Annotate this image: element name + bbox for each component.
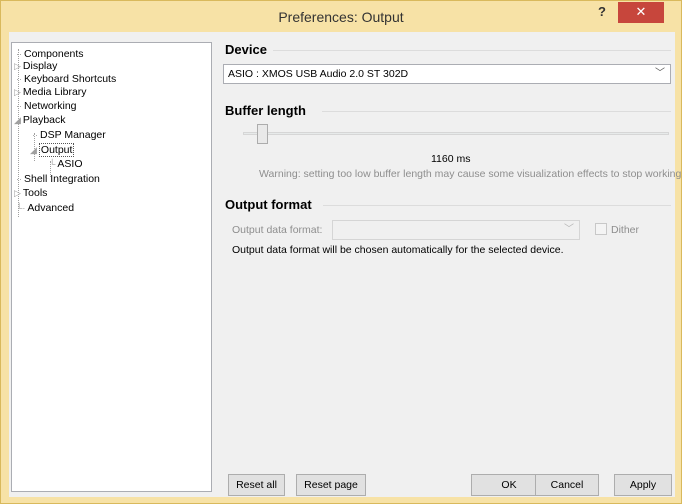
- preferences-tree[interactable]: ·· Components ▷ Display ·· Keyboard Shortcu…: [11, 42, 212, 492]
- collapse-arrow-icon[interactable]: ◢: [30, 144, 37, 157]
- section-divider: [322, 111, 671, 112]
- buffer-length-slider-track[interactable]: [243, 132, 669, 135]
- preferences-window: Preferences: Output ? ✕ ·· Components ▷ Di…: [0, 0, 682, 504]
- device-select-value: ASIO : XMOS USB Audio 2.0 ST 302D: [228, 68, 409, 80]
- tree-item-display[interactable]: ▷ Display: [14, 60, 57, 73]
- expand-arrow-icon[interactable]: ▷: [14, 187, 21, 200]
- buffer-length-slider-thumb[interactable]: [257, 124, 268, 144]
- window-title: Preferences: Output: [278, 9, 404, 25]
- tree-item-shell-integration[interactable]: ·· Shell Integration: [16, 173, 100, 186]
- buffer-length-warning: Warning: setting too low buffer length m…: [259, 168, 682, 180]
- section-divider: [323, 205, 671, 206]
- close-icon: ✕: [635, 4, 647, 19]
- buffer-length-value: 1160 ms: [431, 153, 471, 165]
- device-select[interactable]: ASIO : XMOS USB Audio 2.0 ST 302D ﹀: [223, 64, 671, 84]
- help-button[interactable]: ?: [589, 3, 615, 23]
- output-format-heading: Output format: [225, 197, 312, 212]
- buffer-length-heading: Buffer length: [225, 103, 306, 118]
- tree-item-networking[interactable]: ·· Networking: [16, 100, 77, 113]
- dither-label: Dither: [611, 224, 640, 236]
- title-bar[interactable]: Preferences: Output ? ✕: [1, 1, 681, 32]
- output-data-format-label: Output data format:: [232, 224, 323, 236]
- output-settings-panel: Device ASIO : XMOS USB Audio 2.0 ST 302D…: [219, 32, 682, 497]
- tree-item-media-library[interactable]: ▷ Media Library: [14, 86, 87, 99]
- tree-item-keyboard-shortcuts[interactable]: ·· Keyboard Shortcuts: [16, 73, 116, 86]
- collapse-arrow-icon[interactable]: ◢: [14, 114, 21, 127]
- apply-button[interactable]: Apply: [614, 474, 672, 496]
- tree-item-advanced[interactable]: └· Advanced: [16, 202, 74, 215]
- reset-page-button[interactable]: Reset page: [296, 474, 366, 496]
- tree-item-playback[interactable]: ◢ Playback: [14, 114, 66, 127]
- device-heading: Device: [225, 42, 267, 57]
- close-button[interactable]: ✕: [618, 2, 664, 23]
- dither-checkbox: [595, 223, 607, 235]
- expand-arrow-icon[interactable]: ▷: [14, 86, 21, 99]
- tree-item-dsp-manager[interactable]: ·· DSP Manager: [32, 129, 106, 142]
- chevron-down-icon: ﹀: [655, 68, 665, 79]
- section-divider: [273, 50, 671, 51]
- output-data-format-select: ﹀: [332, 220, 580, 240]
- dialog-client-area: ·· Components ▷ Display ·· Keyboard Shortcu…: [9, 32, 682, 497]
- cancel-button[interactable]: Cancel: [535, 474, 599, 496]
- reset-all-button[interactable]: Reset all: [228, 474, 285, 496]
- tree-item-asio[interactable]: └ ASIO: [49, 158, 82, 171]
- tree-item-output[interactable]: ◢ Output: [30, 143, 75, 157]
- chevron-down-icon: ﹀: [564, 224, 574, 235]
- tree-item-tools[interactable]: ▷ Tools: [14, 187, 47, 200]
- output-format-info: Output data format will be chosen automa…: [232, 244, 564, 256]
- expand-arrow-icon[interactable]: ▷: [14, 60, 21, 73]
